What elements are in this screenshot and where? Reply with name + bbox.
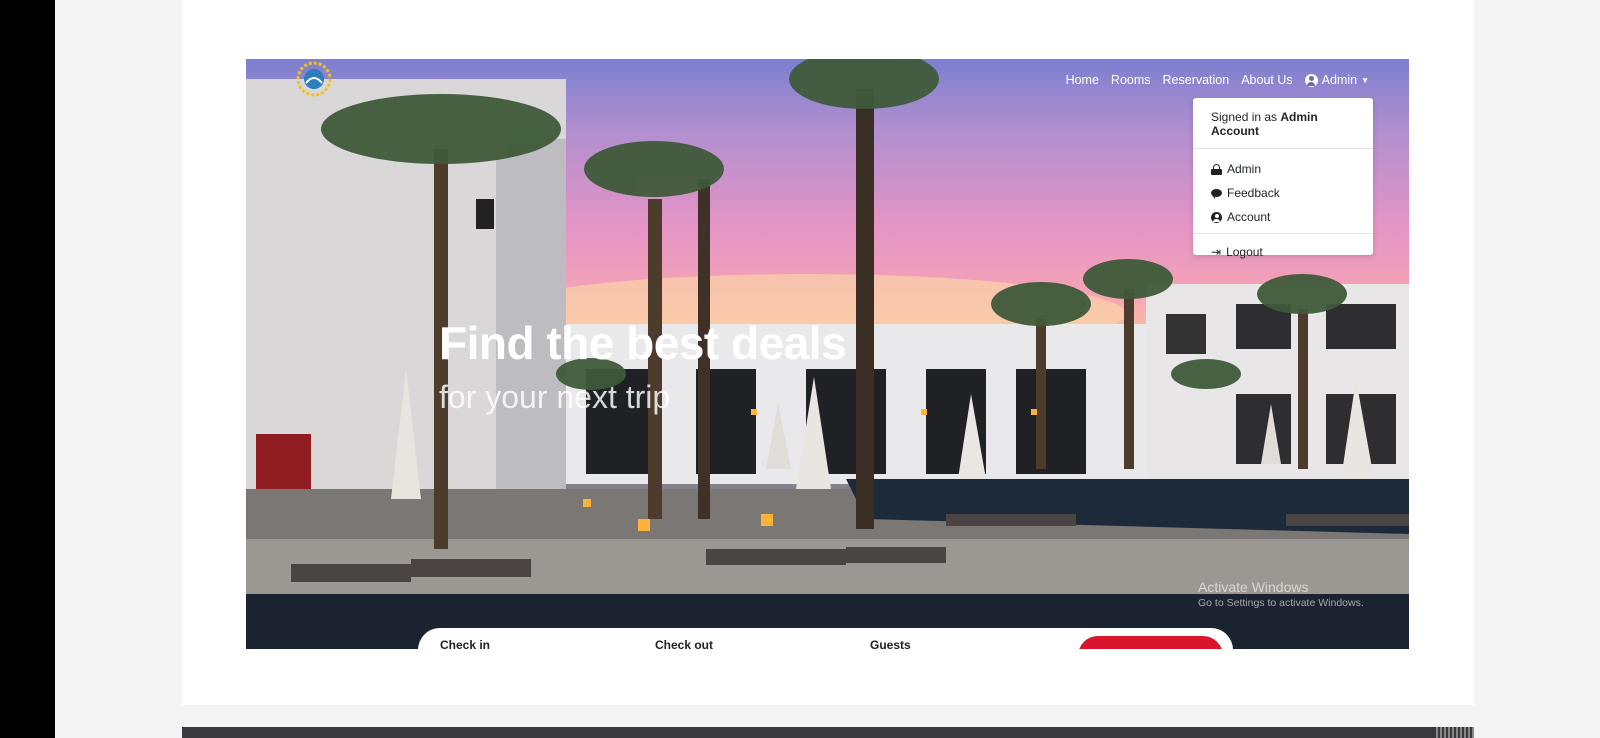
booking-search-bar: Check in Check out Guests	[418, 628, 1233, 649]
menu-item-feedback-label: Feedback	[1227, 186, 1280, 200]
lock-icon	[1211, 163, 1222, 175]
guests-label[interactable]: Guests	[870, 638, 911, 649]
watermark-line-2: Go to Settings to activate Windows.	[1198, 597, 1364, 609]
menu-item-account-label: Account	[1227, 210, 1271, 224]
left-black-bar	[0, 0, 55, 738]
search-button[interactable]	[1078, 636, 1223, 649]
signed-in-prefix: Signed in as	[1211, 110, 1278, 124]
footer-bar	[182, 727, 1474, 738]
nav-about-us[interactable]: About Us	[1241, 73, 1292, 87]
check-out-label[interactable]: Check out	[655, 638, 713, 649]
menu-item-logout[interactable]: ⇥ Logout	[1193, 240, 1373, 264]
sign-out-icon: ⇥	[1211, 244, 1222, 259]
comment-icon	[1211, 188, 1222, 199]
footer-stripes	[1436, 727, 1474, 738]
menu-item-admin-label: Admin	[1227, 162, 1262, 176]
menu-item-feedback[interactable]: Feedback	[1193, 181, 1373, 205]
caret-down-icon: ▼	[1361, 75, 1369, 85]
signed-in-info: Signed in as Admin Account	[1193, 98, 1373, 149]
check-in-label[interactable]: Check in	[440, 638, 490, 649]
admin-dropdown-menu: Signed in as Admin Account Admin Feedbac…	[1193, 98, 1373, 259]
user-circle-icon	[1211, 211, 1222, 223]
hero-section: Home Rooms Reservation About Us Admin ▼ …	[246, 59, 1409, 649]
menu-item-logout-label: Logout	[1226, 245, 1263, 259]
admin-dropdown-toggle[interactable]: Admin ▼	[1304, 73, 1369, 87]
watermark-line-1: Activate Windows	[1198, 579, 1309, 595]
nav-rooms[interactable]: Rooms	[1111, 73, 1151, 87]
nav-reservation[interactable]: Reservation	[1163, 73, 1230, 87]
top-navigation: Home Rooms Reservation About Us Admin ▼	[1066, 73, 1369, 87]
hero-subline: for your next trip	[439, 379, 671, 415]
admin-label: Admin	[1321, 73, 1358, 87]
menu-item-admin[interactable]: Admin	[1193, 157, 1373, 181]
nav-home[interactable]: Home	[1066, 73, 1099, 87]
hero-headline: Find the best deals	[439, 317, 847, 369]
menu-item-account[interactable]: Account	[1193, 205, 1373, 229]
user-circle-icon	[1304, 73, 1318, 87]
windows-activation-watermark: Activate Windows Go to Settings to activ…	[1198, 579, 1364, 609]
hotel-logo[interactable]	[294, 59, 334, 99]
